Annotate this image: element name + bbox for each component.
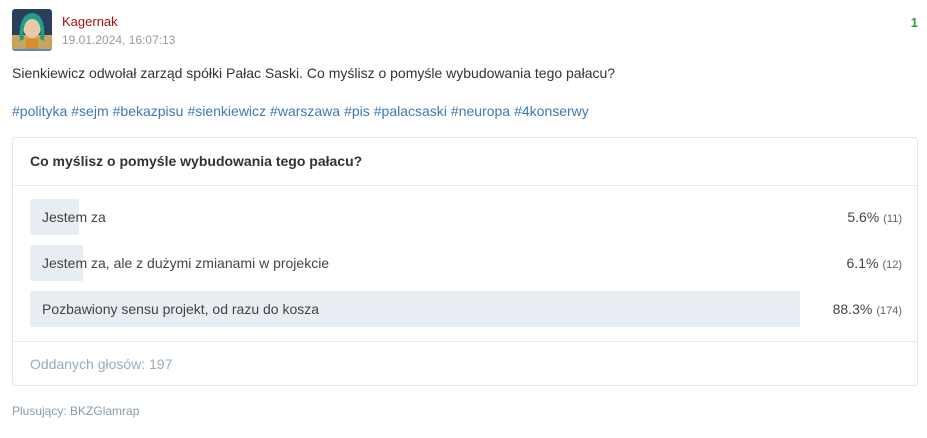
- poll-options: Jestem za 5.6% (11) Jestem za, ale z duży…: [30, 199, 902, 337]
- vote-score[interactable]: 1: [911, 15, 918, 30]
- poll-option[interactable]: Jestem za, ale z dużymi zmianami w proje…: [30, 245, 902, 281]
- avatar-image: [12, 9, 52, 49]
- poll-option-label: Jestem za, ale z dużymi zmianami w proje…: [42, 255, 330, 271]
- tag-link[interactable]: #4konserwy: [514, 103, 589, 119]
- poll-title: Co myślisz o pomyśle wybudowania tego pa…: [13, 138, 917, 186]
- poll-option-percent: 6.1%: [846, 255, 879, 271]
- poll-option-count: (11): [883, 213, 902, 225]
- poll-box: Co myślisz o pomyśle wybudowania tego pa…: [12, 137, 918, 386]
- poll-option-percent: 88.3%: [832, 301, 873, 317]
- tag-link[interactable]: #sejm: [71, 103, 108, 119]
- tag-list: #polityka #sejm #bekazpisu #sienkiewicz #war…: [12, 103, 593, 119]
- plusers-list[interactable]: Plusujący: BKZGlamrap: [12, 404, 139, 418]
- poll-option-stats: 88.3% (174): [833, 291, 902, 329]
- poll-option-label: Jestem za: [42, 209, 106, 225]
- poll-option[interactable]: Pozbawiony sensu projekt, od razu do kos…: [30, 291, 902, 327]
- tag-link[interactable]: #palacsaski: [374, 103, 447, 119]
- poll-option-label: Pozbawiony sensu projekt, od razu do kos…: [42, 301, 320, 317]
- poll-option-count: (12): [882, 259, 902, 271]
- post-timestamp: 19.01.2024, 16:07:13: [62, 33, 176, 47]
- poll-option-count: (174): [876, 305, 902, 317]
- avatar[interactable]: [12, 9, 52, 51]
- tag-link[interactable]: #pis: [344, 103, 370, 119]
- poll-option-stats: 6.1% (12): [847, 245, 902, 283]
- tag-link[interactable]: #bekazpisu: [113, 103, 184, 119]
- poll-option-stats: 5.6% (11): [847, 199, 902, 237]
- post-content: Sienkiewicz odwołał zarząd spółki Pałac …: [12, 65, 616, 81]
- poll-option-percent: 5.6%: [847, 209, 880, 225]
- author-link[interactable]: Kagernak: [62, 14, 118, 29]
- tag-link[interactable]: #warszawa: [270, 103, 340, 119]
- poll-total-votes: Oddanych głosów: 197: [13, 341, 917, 387]
- poll-option[interactable]: Jestem za 5.6% (11): [30, 199, 902, 235]
- tag-link[interactable]: #neuropa: [451, 103, 510, 119]
- tag-link[interactable]: #polityka: [12, 103, 67, 119]
- tag-link[interactable]: #sienkiewicz: [187, 103, 266, 119]
